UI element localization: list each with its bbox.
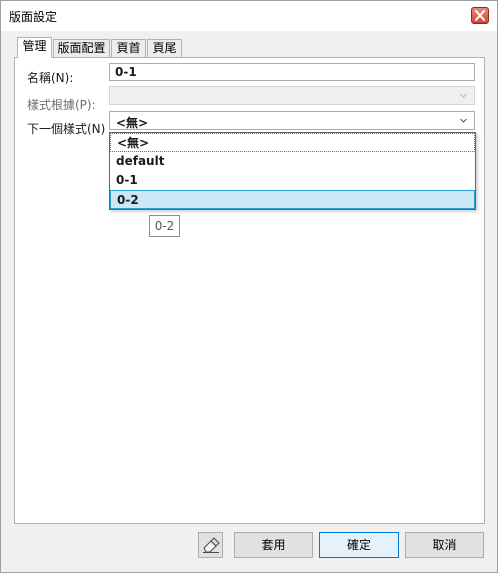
next-style-label: 下一個樣式(N) <box>27 122 106 136</box>
dialog-title: 版面設定 <box>9 10 58 24</box>
page-style-dialog: 版面設定 管理 版面配置 頁首 頁尾 名稱(N): 0-1 樣式根據(P): 下… <box>0 0 498 573</box>
dropdown-option-none[interactable]: <無> <box>110 133 475 152</box>
based-on-select <box>109 86 475 105</box>
name-input[interactable]: 0-1 <box>109 63 475 81</box>
chevron-down-icon <box>460 93 467 98</box>
chevron-down-icon <box>460 118 467 123</box>
close-button[interactable] <box>471 7 489 24</box>
close-icon <box>475 10 485 21</box>
cancel-button[interactable]: 取消 <box>405 532 484 558</box>
apply-button[interactable]: 套用 <box>234 532 313 558</box>
dropdown-option-0-2[interactable]: 0-2 <box>110 190 475 209</box>
based-on-label: 樣式根據(P): <box>27 98 96 112</box>
tab-header[interactable]: 頁首 <box>111 39 146 57</box>
dropdown-option-default[interactable]: default <box>110 152 475 171</box>
tab-footer[interactable]: 頁尾 <box>147 39 182 57</box>
tab-manage[interactable]: 管理 <box>17 37 52 58</box>
tab-page-layout[interactable]: 版面配置 <box>53 39 110 57</box>
eraser-icon <box>203 537 220 553</box>
name-label: 名稱(N): <box>27 71 74 85</box>
ok-button[interactable]: 確定 <box>319 532 399 558</box>
clear-button[interactable] <box>198 532 223 558</box>
title-bar: 版面設定 <box>1 1 497 31</box>
next-style-dropdown-list: <無> default 0-1 0-2 <box>109 132 476 210</box>
next-style-select[interactable]: <無> <box>109 111 475 130</box>
dropdown-option-0-1[interactable]: 0-1 <box>110 171 475 190</box>
option-tooltip: 0-2 <box>149 215 180 237</box>
next-style-value: <無> <box>116 116 149 130</box>
